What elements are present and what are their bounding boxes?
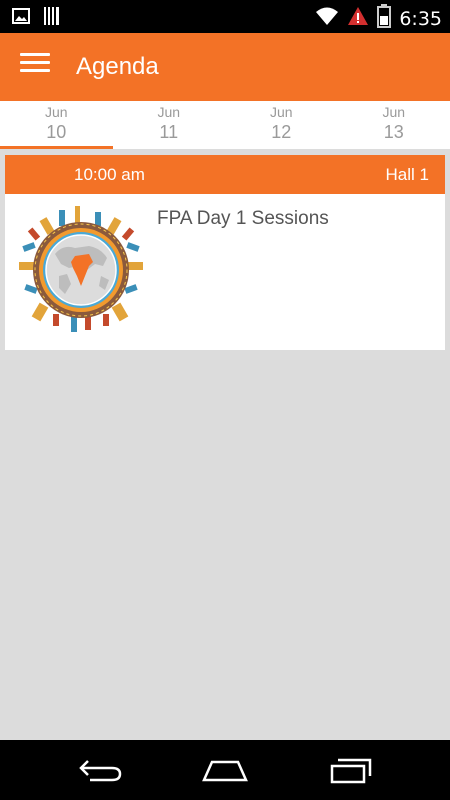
- tab-jun-10[interactable]: Jun 10: [0, 101, 113, 149]
- tab-month: Jun: [44, 104, 68, 120]
- status-time: 6:35: [399, 7, 442, 30]
- tab-month: Jun: [269, 104, 293, 120]
- tab-jun-12[interactable]: Jun 12: [225, 101, 338, 149]
- alert-icon: [347, 6, 369, 31]
- session-title: FPA Day 1 Sessions: [157, 208, 329, 229]
- tab-day: 11: [159, 122, 179, 142]
- session-body: FPA Day 1 Sessions: [5, 194, 445, 350]
- gallery-icon: [12, 8, 30, 29]
- tab-day: 12: [271, 122, 292, 142]
- session-hall: Hall 1: [385, 165, 429, 184]
- navigation-bar: [0, 740, 450, 800]
- back-icon[interactable]: [76, 756, 126, 784]
- app-bar: Agenda: [0, 33, 450, 101]
- wifi-icon: [315, 6, 339, 31]
- india-globe-landmarks-logo: [15, 204, 147, 336]
- battery-icon: [377, 4, 392, 33]
- session-header: 10:00 am Hall 1: [5, 155, 445, 194]
- tab-month: Jun: [382, 104, 406, 120]
- session-card[interactable]: 10:00 am Hall 1 FPA Day 1 Sessions: [5, 155, 445, 350]
- session-time: 10:00 am: [74, 165, 145, 184]
- status-bar: 6:35: [0, 0, 450, 33]
- tab-day: 10: [46, 122, 67, 142]
- tab-month: Jun: [157, 104, 181, 120]
- tab-jun-11[interactable]: Jun 11: [113, 101, 226, 149]
- tab-day: 13: [383, 122, 404, 142]
- barcode-icon: [44, 7, 60, 30]
- home-icon[interactable]: [200, 756, 250, 784]
- date-tabs: Jun 10 Jun 11 Jun 12 Jun 13: [0, 101, 450, 149]
- hamburger-menu-icon[interactable]: [20, 53, 50, 77]
- recent-apps-icon[interactable]: [326, 756, 376, 784]
- tab-jun-13[interactable]: Jun 13: [338, 101, 450, 149]
- page-title: Agenda: [76, 53, 159, 80]
